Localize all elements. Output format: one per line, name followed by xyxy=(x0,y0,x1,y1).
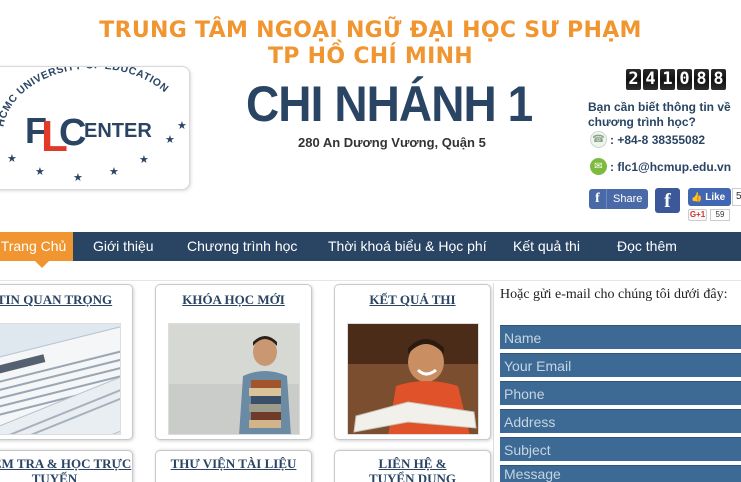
counter-digit: 0 xyxy=(677,69,692,90)
divider xyxy=(0,280,741,281)
student-with-books-image[interactable] xyxy=(168,323,300,435)
student-studying-image[interactable] xyxy=(347,323,479,435)
card-title[interactable]: KIỂM TRA & HỌC TRỰC TUYẾN xyxy=(0,456,132,482)
card-contact-recruitment[interactable]: LIÊN HỆ & TUYỂN DỤNG xyxy=(334,450,491,482)
nav-item-home[interactable]: Trang Chủ xyxy=(0,232,73,261)
student-studying-graphic xyxy=(348,324,478,434)
main-nav: Trang Chủ Giới thiệu Chương trình học Th… xyxy=(0,232,741,261)
email-contact[interactable]: ✉ : flc1@hcmup.edu.vn xyxy=(590,158,731,175)
counter-digit: 4 xyxy=(643,69,658,90)
counter-digit: 8 xyxy=(711,69,726,90)
name-field[interactable] xyxy=(500,325,741,349)
center-title-line1: TRUNG TÂM NGOẠI NGỮ ĐẠI HỌC SƯ PHẠM xyxy=(99,18,642,43)
nav-item-more[interactable]: Đọc thêm xyxy=(617,232,677,261)
card-new-courses[interactable]: KHÓA HỌC MỚI xyxy=(155,284,312,440)
divider xyxy=(493,283,494,482)
card-title[interactable]: TIN QUAN TRỌNG xyxy=(0,292,132,308)
counter-digit: 2 xyxy=(626,69,641,90)
newspaper-image[interactable] xyxy=(0,323,121,435)
phone-field[interactable] xyxy=(500,381,741,405)
info-question: Bạn cần biết thông tin về chương trình h… xyxy=(588,100,731,129)
facebook-share-button[interactable]: f Share xyxy=(589,189,648,209)
flc-logo-graphic: HCMC UNIVERSITY OF EDUCATION ★ ★ ★ ★ ★ ★… xyxy=(0,67,187,184)
card-exam-results[interactable]: KẾT QUẢ THI xyxy=(334,284,491,440)
subject-field[interactable] xyxy=(500,437,741,461)
visitor-counter: 2 4 1 0 8 8 xyxy=(626,69,726,90)
share-label: Share xyxy=(613,193,643,205)
google-plus-count: 59 xyxy=(710,209,730,221)
facebook-like-button[interactable]: 👍 Like xyxy=(688,188,731,206)
svg-text:★: ★ xyxy=(165,134,175,146)
card-title[interactable]: THƯ VIỆN TÀI LIỆU xyxy=(156,456,311,471)
nav-item-about[interactable]: Giới thiệu xyxy=(93,232,154,261)
email-address[interactable]: : flc1@hcmup.edu.vn xyxy=(610,160,731,174)
mail-icon: ✉ xyxy=(590,158,607,175)
active-nav-indicator xyxy=(35,261,49,268)
svg-text:★: ★ xyxy=(7,153,17,165)
nav-item-exam-results[interactable]: Kết quả thi xyxy=(513,232,580,261)
contact-form-heading: Hoặc gửi e-mail cho chúng tôi dưới đây: xyxy=(500,287,728,302)
card-document-library[interactable]: THƯ VIỆN TÀI LIỆU xyxy=(155,450,312,482)
branch-name: CHI NHÁNH 1 xyxy=(246,76,533,132)
student-with-books-graphic xyxy=(169,324,299,434)
like-count: 5 xyxy=(732,188,741,206)
nav-item-programs[interactable]: Chương trình học xyxy=(187,232,297,261)
svg-text:★: ★ xyxy=(177,120,187,132)
facebook-f-icon: f xyxy=(589,189,607,209)
facebook-icon[interactable]: f xyxy=(655,188,680,213)
flc-logo[interactable]: HCMC UNIVERSITY OF EDUCATION ★ ★ ★ ★ ★ ★… xyxy=(0,66,190,190)
svg-text:★: ★ xyxy=(109,166,119,178)
branch-address: 280 An Dương Vương, Quận 5 xyxy=(298,135,486,150)
google-plus-button[interactable]: G+1 xyxy=(688,209,707,221)
svg-text:★: ★ xyxy=(139,154,149,166)
newspaper-image-graphic xyxy=(0,324,120,434)
card-title[interactable]: KẾT QUẢ THI xyxy=(335,292,490,308)
counter-digit: 1 xyxy=(660,69,675,90)
phone-icon: ☎ xyxy=(590,131,607,148)
card-title[interactable]: KHÓA HỌC MỚI xyxy=(156,292,311,308)
nav-item-schedule-fees[interactable]: Thời khoá biểu & Học phí xyxy=(328,232,487,261)
svg-text:★: ★ xyxy=(73,172,83,184)
card-title[interactable]: LIÊN HỆ & TUYỂN DỤNG xyxy=(335,456,490,482)
email-field[interactable] xyxy=(500,353,741,377)
center-title: TRUNG TÂM NGOẠI NGỮ ĐẠI HỌC SƯ PHẠM TP H… xyxy=(0,18,741,70)
card-important-news[interactable]: TIN QUAN TRỌNG xyxy=(0,284,133,440)
message-field[interactable] xyxy=(500,465,741,482)
svg-text:ENTER: ENTER xyxy=(84,120,152,142)
phone-contact: ☎ : +84-8 38355082 xyxy=(590,131,705,148)
card-online-test[interactable]: KIỂM TRA & HỌC TRỰC TUYẾN xyxy=(0,450,133,482)
phone-number: : +84-8 38355082 xyxy=(610,132,706,147)
svg-text:C: C xyxy=(59,112,86,154)
address-field[interactable] xyxy=(500,409,741,433)
like-label: Like xyxy=(705,191,726,203)
counter-digit: 8 xyxy=(694,69,709,90)
svg-text:★: ★ xyxy=(35,166,45,178)
thumbs-up-icon: 👍 xyxy=(691,191,703,202)
